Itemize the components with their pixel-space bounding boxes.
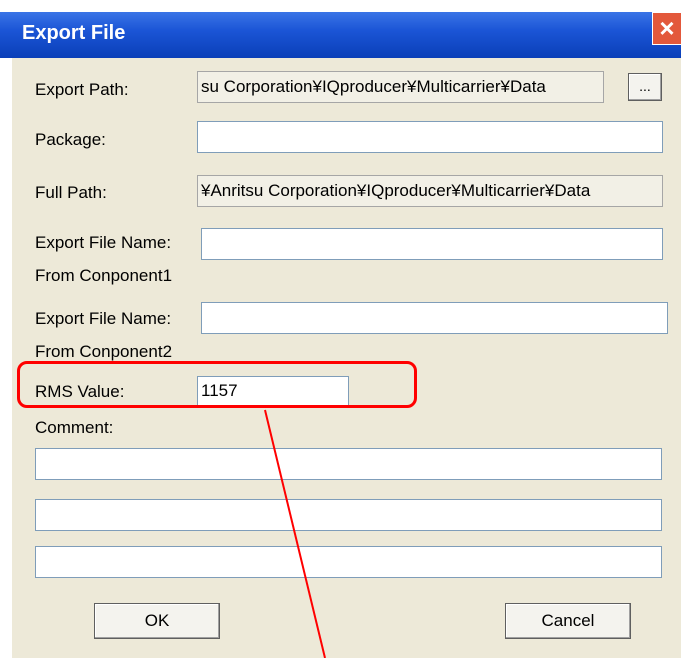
export-file-dialog: Export File × Export Path: su Corporatio… xyxy=(0,0,681,658)
annotation-arrow xyxy=(264,409,326,658)
annotation-arrow-line xyxy=(264,409,326,658)
